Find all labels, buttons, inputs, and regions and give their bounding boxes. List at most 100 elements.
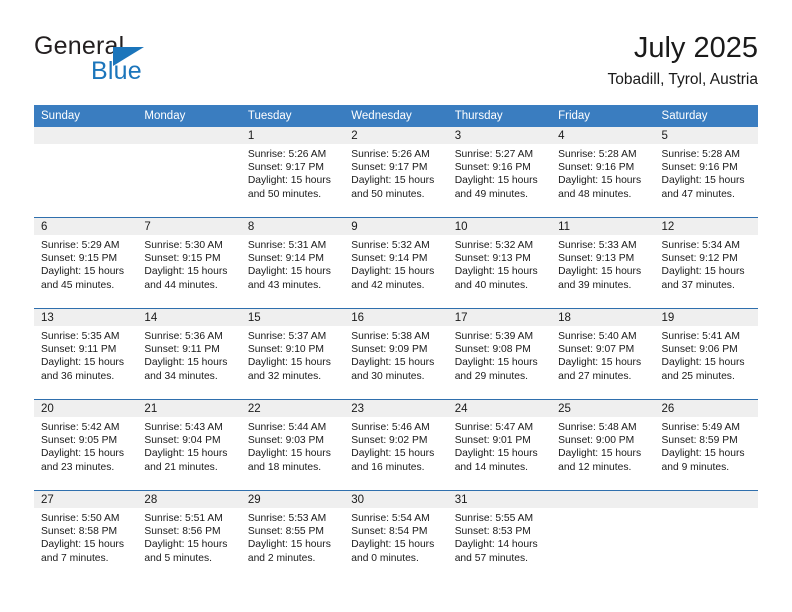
calendar-day-cell[interactable]: 20 Sunrise: 5:42 AM Sunset: 9:05 PM Dayligh… (34, 399, 138, 491)
daylight-duration-line2: and 42 minutes. (351, 279, 425, 291)
general-blue-logo[interactable]: General Blue (34, 32, 214, 92)
calendar-day-cell[interactable]: 14 Sunrise: 5:36 AM Sunset: 9:11 PM Dayligh… (137, 308, 241, 400)
sunrise-time: Sunrise: 5:33 AM (558, 240, 637, 251)
daylight-duration-line2: and 50 minutes. (247, 188, 322, 200)
calendar-day-cell[interactable]: 16 Sunrise: 5:38 AM Sunset: 9:09 PM Dayligh… (344, 308, 448, 400)
sunrise-time: Sunrise: 5:49 AM (661, 422, 740, 433)
day-number: 1 (240, 127, 345, 144)
daylight-duration-line1: Daylight: 15 hours (351, 539, 435, 551)
calendar-day-cell[interactable]: 18 Sunrise: 5:40 AM Sunset: 9:07 PM Dayligh… (551, 308, 655, 400)
calendar-page: General Blue July 2025 Tobadill, Tyrol, … (0, 0, 792, 612)
day-number: 29 (240, 491, 345, 508)
calendar-day-cell[interactable]: 8 Sunrise: 5:31 AM Sunset: 9:14 PM Daylight… (240, 217, 345, 309)
calendar-day-cell[interactable]: 25 Sunrise: 5:48 AM Sunset: 9:00 PM Dayligh… (551, 399, 655, 491)
day-cell-inner: 16 Sunrise: 5:38 AM Sunset: 9:09 PM Dayligh… (344, 309, 448, 399)
sunset-time: Sunset: 9:15 PM (144, 253, 221, 265)
calendar-day-cell[interactable]: 15 Sunrise: 5:37 AM Sunset: 9:10 PM Dayligh… (240, 308, 345, 400)
calendar-day-cell[interactable]: 27 Sunrise: 5:50 AM Sunset: 8:58 PM Dayligh… (34, 490, 138, 581)
sunrise-time: Sunrise: 5:51 AM (144, 513, 223, 524)
day-details: Sunrise: 5:38 AM Sunset: 9:09 PM Daylight:… (344, 326, 447, 383)
day-number: 3 (447, 127, 552, 144)
day-number: 6 (34, 218, 138, 235)
calendar-day-cell[interactable]: 4 Sunrise: 5:28 AM Sunset: 9:16 PM Daylight… (551, 127, 655, 218)
day-cell-inner: 19 Sunrise: 5:41 AM Sunset: 9:06 PM Dayligh… (654, 309, 758, 399)
calendar-day-cell[interactable]: 23 Sunrise: 5:46 AM Sunset: 9:02 PM Dayligh… (344, 399, 448, 491)
page-title: July 2025 (633, 32, 758, 64)
calendar-day-cell (34, 127, 138, 218)
daylight-duration-line2: and 37 minutes. (661, 279, 735, 291)
calendar-day-cell[interactable]: 29 Sunrise: 5:53 AM Sunset: 8:55 PM Dayligh… (240, 490, 345, 581)
calendar-day-cell[interactable]: 11 Sunrise: 5:33 AM Sunset: 9:13 PM Dayligh… (551, 217, 655, 309)
calendar-day-cell[interactable]: 12 Sunrise: 5:34 AM Sunset: 9:12 PM Dayligh… (654, 217, 758, 309)
daylight-duration-line2: and 32 minutes. (247, 370, 322, 382)
daylight-duration-line1: Daylight: 15 hours (144, 357, 228, 369)
day-number: 14 (137, 309, 241, 326)
calendar-day-cell[interactable]: 30 Sunrise: 5:54 AM Sunset: 8:54 PM Dayligh… (344, 490, 448, 581)
day-number: 11 (551, 218, 655, 235)
day-number: 31 (447, 491, 552, 508)
day-cell-inner: 5 Sunrise: 5:28 AM Sunset: 9:16 PM Daylight… (654, 127, 758, 217)
day-details: Sunrise: 5:27 AM Sunset: 9:16 PM Daylight:… (448, 144, 551, 201)
calendar-day-cell[interactable]: 28 Sunrise: 5:51 AM Sunset: 8:56 PM Dayligh… (137, 490, 241, 581)
day-number: 24 (447, 400, 552, 417)
calendar-day-cell[interactable]: 26 Sunrise: 5:49 AM Sunset: 8:59 PM Dayligh… (654, 399, 758, 491)
daylight-duration-line1: Daylight: 15 hours (247, 357, 331, 369)
calendar-day-cell[interactable]: 19 Sunrise: 5:41 AM Sunset: 9:06 PM Dayligh… (654, 308, 758, 400)
sunrise-time: Sunrise: 5:50 AM (41, 513, 120, 524)
daylight-duration-line1: Daylight: 15 hours (661, 266, 745, 278)
calendar-day-cell[interactable]: 2 Sunrise: 5:26 AM Sunset: 9:17 PM Daylight… (344, 127, 448, 218)
day-cell-inner: 27 Sunrise: 5:50 AM Sunset: 8:58 PM Dayligh… (34, 491, 138, 581)
day-cell-inner: 1 Sunrise: 5:26 AM Sunset: 9:17 PM Daylight… (240, 127, 345, 217)
calendar-day-cell[interactable]: 7 Sunrise: 5:30 AM Sunset: 9:15 PM Daylight… (137, 217, 241, 309)
calendar-day-cell[interactable]: 31 Sunrise: 5:55 AM Sunset: 8:53 PM Dayligh… (447, 490, 552, 581)
daylight-duration-line1: Daylight: 15 hours (247, 266, 331, 278)
daylight-duration-line2: and 49 minutes. (454, 188, 528, 200)
day-details (137, 144, 240, 148)
daylight-duration-line2: and 45 minutes. (41, 279, 115, 291)
sunset-time: Sunset: 9:17 PM (351, 162, 428, 174)
sunrise-time: Sunrise: 5:32 AM (351, 240, 430, 251)
sunset-time: Sunset: 9:12 PM (661, 253, 738, 265)
sunrise-time: Sunrise: 5:54 AM (351, 513, 430, 524)
calendar-day-cell[interactable]: 3 Sunrise: 5:27 AM Sunset: 9:16 PM Daylight… (447, 127, 552, 218)
calendar-day-cell[interactable]: 22 Sunrise: 5:44 AM Sunset: 9:03 PM Dayligh… (240, 399, 345, 491)
daylight-duration-line2: and 7 minutes. (41, 552, 109, 564)
daylight-duration-line2: and 21 minutes. (144, 461, 218, 473)
day-number: 19 (654, 309, 758, 326)
calendar-day-cell[interactable]: 13 Sunrise: 5:35 AM Sunset: 9:11 PM Dayligh… (34, 308, 138, 400)
day-cell-inner (137, 127, 241, 217)
day-details: Sunrise: 5:42 AM Sunset: 9:05 PM Daylight:… (34, 417, 137, 474)
day-number: 28 (137, 491, 241, 508)
sunset-time: Sunset: 9:04 PM (144, 435, 221, 447)
day-details: Sunrise: 5:28 AM Sunset: 9:16 PM Daylight:… (551, 144, 654, 201)
sunset-time: Sunset: 8:56 PM (144, 526, 221, 538)
day-details: Sunrise: 5:26 AM Sunset: 9:17 PM Daylight:… (344, 144, 447, 201)
daylight-duration-line2: and 12 minutes. (558, 461, 632, 473)
day-cell-inner: 21 Sunrise: 5:43 AM Sunset: 9:04 PM Dayligh… (137, 400, 241, 490)
calendar-day-cell[interactable]: 24 Sunrise: 5:47 AM Sunset: 9:01 PM Dayligh… (447, 399, 552, 491)
sunset-time: Sunset: 8:55 PM (247, 526, 324, 538)
logo-text-blue: Blue (91, 57, 142, 85)
calendar-day-cell[interactable]: 17 Sunrise: 5:39 AM Sunset: 9:08 PM Dayligh… (447, 308, 552, 400)
daylight-duration-line1: Daylight: 15 hours (454, 175, 538, 187)
title-block: July 2025 Tobadill, Tyrol, Austria (608, 30, 758, 91)
day-number: 9 (344, 218, 448, 235)
day-details: Sunrise: 5:51 AM Sunset: 8:56 PM Daylight:… (137, 508, 240, 565)
day-details: Sunrise: 5:26 AM Sunset: 9:17 PM Daylight:… (241, 144, 344, 201)
calendar-day-cell[interactable]: 9 Sunrise: 5:32 AM Sunset: 9:14 PM Daylight… (344, 217, 448, 309)
calendar-day-cell[interactable]: 10 Sunrise: 5:32 AM Sunset: 9:13 PM Dayligh… (447, 217, 552, 309)
calendar-day-cell[interactable]: 5 Sunrise: 5:28 AM Sunset: 9:16 PM Daylight… (654, 127, 758, 218)
sunset-time: Sunset: 9:01 PM (454, 435, 531, 447)
calendar-day-cell[interactable]: 6 Sunrise: 5:29 AM Sunset: 9:15 PM Daylight… (34, 217, 138, 309)
daylight-duration-line1: Daylight: 15 hours (661, 357, 745, 369)
daylight-duration-line2: and 9 minutes. (661, 461, 730, 473)
day-details: Sunrise: 5:44 AM Sunset: 9:03 PM Daylight:… (241, 417, 344, 474)
daylight-duration-line1: Daylight: 15 hours (661, 175, 745, 187)
calendar-day-cell[interactable]: 1 Sunrise: 5:26 AM Sunset: 9:17 PM Daylight… (240, 127, 345, 218)
sunrise-time: Sunrise: 5:39 AM (454, 331, 534, 342)
sunset-time: Sunset: 8:54 PM (351, 526, 428, 538)
daylight-duration-line2: and 29 minutes. (454, 370, 528, 382)
calendar-day-cell[interactable]: 21 Sunrise: 5:43 AM Sunset: 9:04 PM Dayligh… (137, 399, 241, 491)
calendar-week-row: 13 Sunrise: 5:35 AM Sunset: 9:11 PM Dayligh… (34, 308, 758, 400)
day-details: Sunrise: 5:35 AM Sunset: 9:11 PM Daylight:… (34, 326, 137, 383)
